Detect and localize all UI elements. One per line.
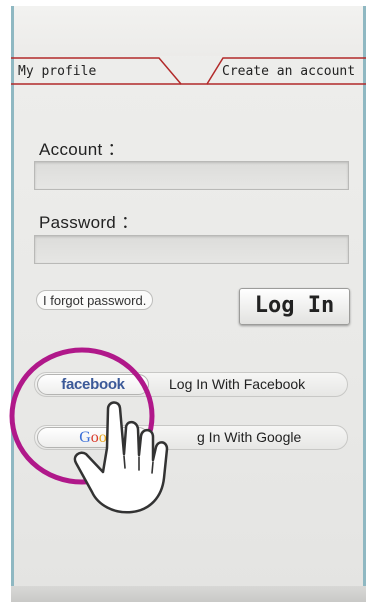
google-login-label: g In With Google bbox=[197, 429, 302, 445]
facebook-logo: facebook bbox=[37, 374, 149, 395]
facebook-logo-text: facebook bbox=[61, 376, 125, 393]
bottom-bar bbox=[11, 586, 366, 602]
tab-my-profile[interactable]: My profile bbox=[18, 64, 96, 79]
facebook-login-label: Log In With Facebook bbox=[169, 376, 306, 392]
facebook-login-button[interactable]: facebook Log In With Facebook bbox=[34, 372, 348, 397]
account-field[interactable] bbox=[34, 161, 349, 190]
account-label: Account ： bbox=[39, 140, 125, 159]
password-field[interactable] bbox=[34, 235, 349, 264]
google-logo-text: Goo bbox=[79, 429, 107, 446]
google-logo: Goo bbox=[37, 427, 149, 448]
login-button[interactable]: Log In bbox=[239, 288, 350, 325]
password-label: Password ： bbox=[39, 213, 139, 232]
google-login-button[interactable]: Goo g In With Google bbox=[34, 425, 348, 450]
tab-bar: My profile Create an account bbox=[11, 54, 366, 88]
forgot-password-link[interactable]: I forgot password. bbox=[36, 290, 154, 310]
tab-create-account[interactable]: Create an account bbox=[222, 64, 355, 79]
